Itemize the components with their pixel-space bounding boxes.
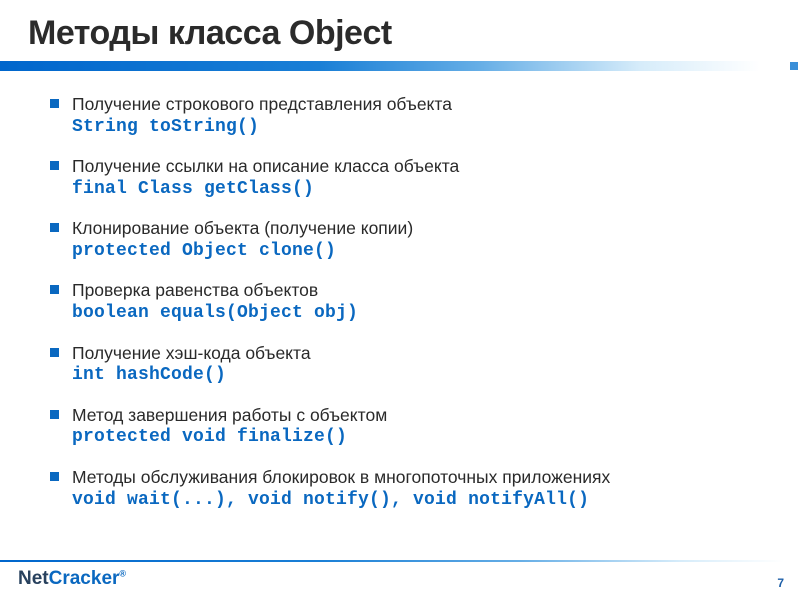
item-code: protected void finalize(): [72, 426, 770, 449]
item-code: protected Object clone(): [72, 240, 770, 263]
item-description: Получение строкового представления объек…: [72, 93, 770, 116]
item-description: Клонирование объекта (получение копии): [72, 217, 770, 240]
list-item: Клонирование объекта (получение копии) p…: [50, 217, 770, 263]
list-item: Проверка равенства объектов boolean equa…: [50, 279, 770, 325]
item-description: Проверка равенства объектов: [72, 279, 770, 302]
bullet-list: Получение строкового представления объек…: [50, 93, 770, 512]
item-code: int hashCode(): [72, 364, 770, 387]
list-item: Методы обслуживания блокировок в многопо…: [50, 466, 770, 512]
item-code: final Class getClass(): [72, 178, 770, 201]
footer: NetCracker® 7: [0, 560, 800, 600]
item-description: Получение ссылки на описание класса объе…: [72, 155, 770, 178]
logo-text-net: Net: [18, 568, 49, 589]
slide-title: Методы класса Object: [0, 0, 800, 61]
list-item: Метод завершения работы с объектом prote…: [50, 404, 770, 450]
slide: Методы класса Object Получение строковог…: [0, 0, 800, 600]
logo-text-cracker: Cracker: [49, 568, 120, 589]
item-description: Методы обслуживания блокировок в многопо…: [72, 466, 770, 489]
item-code: void wait(...), void notify(), void noti…: [72, 489, 770, 512]
item-description: Получение хэш-кода объекта: [72, 342, 770, 365]
divider-square-icon: [790, 62, 798, 70]
logo: NetCracker®: [18, 568, 126, 590]
list-item: Получение строкового представления объек…: [50, 93, 770, 139]
item-description: Метод завершения работы с объектом: [72, 404, 770, 427]
page-number: 7: [777, 576, 784, 590]
footer-divider: [0, 560, 800, 562]
list-item: Получение хэш-кода объекта int hashCode(…: [50, 342, 770, 388]
content-area: Получение строкового представления объек…: [0, 71, 800, 512]
list-item: Получение ссылки на описание класса объе…: [50, 155, 770, 201]
title-divider: [0, 61, 800, 71]
item-code: String toString(): [72, 116, 770, 139]
item-code: boolean equals(Object obj): [72, 302, 770, 325]
logo-registered-icon: ®: [119, 569, 126, 579]
